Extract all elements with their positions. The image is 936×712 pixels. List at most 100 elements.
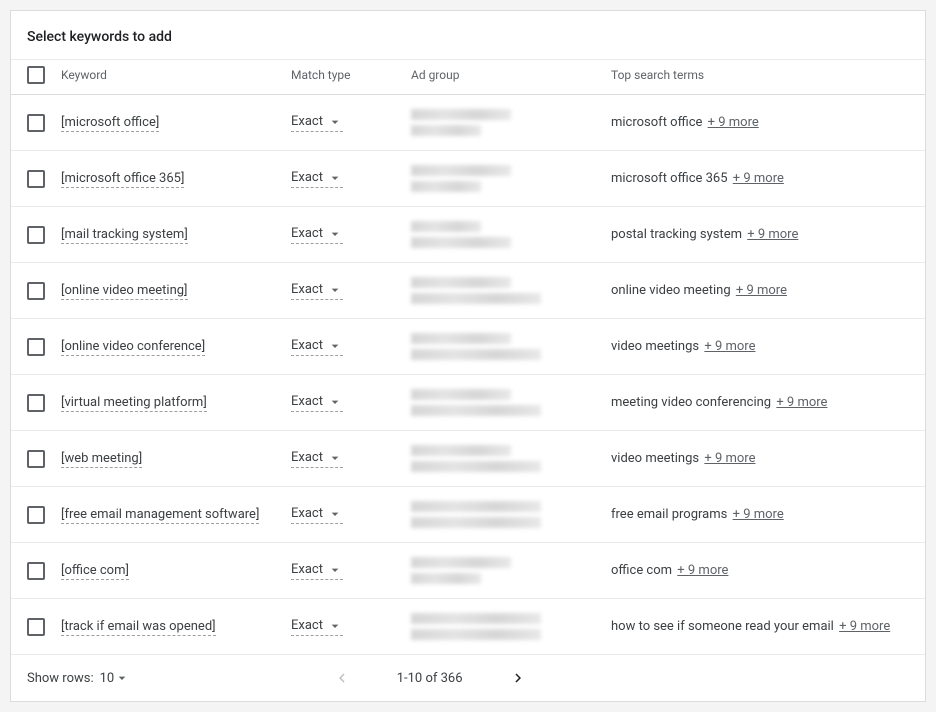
ad-group-cell <box>411 277 611 304</box>
match-type-label: Exact <box>291 226 323 241</box>
column-header-ad-group: Ad group <box>411 68 611 82</box>
redacted-text <box>411 109 511 120</box>
chevron-right-icon <box>509 669 527 687</box>
match-type-selector[interactable]: Exact <box>291 506 343 524</box>
redacted-text <box>411 333 511 344</box>
next-page-button[interactable] <box>505 665 531 691</box>
keyword-text[interactable]: [free email management software] <box>61 507 259 524</box>
redacted-text <box>411 221 481 232</box>
keyword-text[interactable]: [online video conference] <box>61 339 205 356</box>
prev-page-button[interactable] <box>329 665 355 691</box>
row-checkbox[interactable] <box>27 338 45 356</box>
more-terms-link[interactable]: + 9 more <box>747 227 798 242</box>
match-type-selector[interactable]: Exact <box>291 450 343 468</box>
redacted-text <box>411 277 511 288</box>
match-type-label: Exact <box>291 338 323 353</box>
row-checkbox[interactable] <box>27 618 45 636</box>
keyword-text[interactable]: [track if email was opened] <box>61 619 216 636</box>
table-row: [microsoft office 365] Exact microsoft o… <box>11 151 925 207</box>
match-type-label: Exact <box>291 562 323 577</box>
keyword-text[interactable]: [online video meeting] <box>61 283 188 300</box>
keyword-text[interactable]: [mail tracking system] <box>61 227 188 244</box>
more-terms-link[interactable]: + 9 more <box>704 339 755 354</box>
top-search-term: microsoft office <box>611 115 702 130</box>
keyword-text[interactable]: [microsoft office 365] <box>61 171 184 188</box>
caret-down-icon <box>327 226 343 242</box>
keyword-text[interactable]: [web meeting] <box>61 451 142 468</box>
row-checkbox[interactable] <box>27 562 45 580</box>
redacted-text <box>411 349 541 360</box>
table-footer: Show rows: 10 1-10 of 366 <box>11 655 925 701</box>
redacted-text <box>411 237 511 248</box>
keyword-text[interactable]: [virtual meeting platform] <box>61 395 207 412</box>
ad-group-cell <box>411 613 611 640</box>
show-rows-label: Show rows: <box>27 671 94 686</box>
keyword-text[interactable]: [office com] <box>61 563 129 580</box>
row-checkbox[interactable] <box>27 394 45 412</box>
caret-down-icon <box>327 394 343 410</box>
caret-down-icon <box>327 618 343 634</box>
redacted-text <box>411 389 511 400</box>
match-type-selector[interactable]: Exact <box>291 114 343 132</box>
more-terms-link[interactable]: + 9 more <box>776 395 827 410</box>
select-all-checkbox[interactable] <box>27 66 45 84</box>
table-row: [microsoft office] Exact microsoft offic… <box>11 95 925 151</box>
match-type-label: Exact <box>291 450 323 465</box>
match-type-selector[interactable]: Exact <box>291 226 343 244</box>
caret-down-icon <box>327 450 343 466</box>
rows-per-page-selector[interactable]: 10 <box>100 670 131 686</box>
top-search-term: how to see if someone read your email <box>611 619 834 634</box>
table-row: [online video meeting] Exact online vide… <box>11 263 925 319</box>
ad-group-cell <box>411 445 611 472</box>
redacted-text <box>411 629 541 640</box>
more-terms-link[interactable]: + 9 more <box>677 563 728 578</box>
match-type-selector[interactable]: Exact <box>291 338 343 356</box>
ad-group-cell <box>411 165 611 192</box>
match-type-selector[interactable]: Exact <box>291 562 343 580</box>
match-type-label: Exact <box>291 618 323 633</box>
top-search-term: video meetings <box>611 339 699 354</box>
table-row: [office com] Exact office com + 9 more <box>11 543 925 599</box>
match-type-label: Exact <box>291 506 323 521</box>
match-type-selector[interactable]: Exact <box>291 282 343 300</box>
more-terms-link[interactable]: + 9 more <box>839 619 890 634</box>
table-row: [mail tracking system] Exact postal trac… <box>11 207 925 263</box>
ad-group-cell <box>411 389 611 416</box>
row-checkbox[interactable] <box>27 506 45 524</box>
keyword-panel: Select keywords to add Keyword Match typ… <box>10 10 926 702</box>
match-type-selector[interactable]: Exact <box>291 170 343 188</box>
caret-down-icon <box>327 562 343 578</box>
redacted-text <box>411 573 481 584</box>
top-search-term: office com <box>611 563 672 578</box>
redacted-text <box>411 613 541 624</box>
more-terms-link[interactable]: + 9 more <box>733 171 784 186</box>
column-header-keyword: Keyword <box>61 68 291 82</box>
row-checkbox[interactable] <box>27 282 45 300</box>
row-checkbox[interactable] <box>27 170 45 188</box>
top-search-term: online video meeting <box>611 283 731 298</box>
row-checkbox[interactable] <box>27 114 45 132</box>
redacted-text <box>411 405 541 416</box>
table-row: [online video conference] Exact video me… <box>11 319 925 375</box>
more-terms-link[interactable]: + 9 more <box>736 283 787 298</box>
ad-group-cell <box>411 501 611 528</box>
redacted-text <box>411 461 541 472</box>
caret-down-icon <box>327 114 343 130</box>
ad-group-cell <box>411 557 611 584</box>
more-terms-link[interactable]: + 9 more <box>733 507 784 522</box>
match-type-selector[interactable]: Exact <box>291 394 343 412</box>
caret-down-icon <box>327 282 343 298</box>
rows-per-page-value: 10 <box>100 671 115 686</box>
row-checkbox[interactable] <box>27 226 45 244</box>
more-terms-link[interactable]: + 9 more <box>704 451 755 466</box>
more-terms-link[interactable]: + 9 more <box>708 115 759 130</box>
caret-down-icon <box>327 170 343 186</box>
row-checkbox[interactable] <box>27 450 45 468</box>
keyword-text[interactable]: [microsoft office] <box>61 115 159 132</box>
top-search-term: microsoft office 365 <box>611 171 728 186</box>
redacted-text <box>411 501 541 512</box>
table-header-row: Keyword Match type Ad group Top search t… <box>11 60 925 95</box>
redacted-text <box>411 181 481 192</box>
redacted-text <box>411 445 511 456</box>
match-type-selector[interactable]: Exact <box>291 618 343 636</box>
